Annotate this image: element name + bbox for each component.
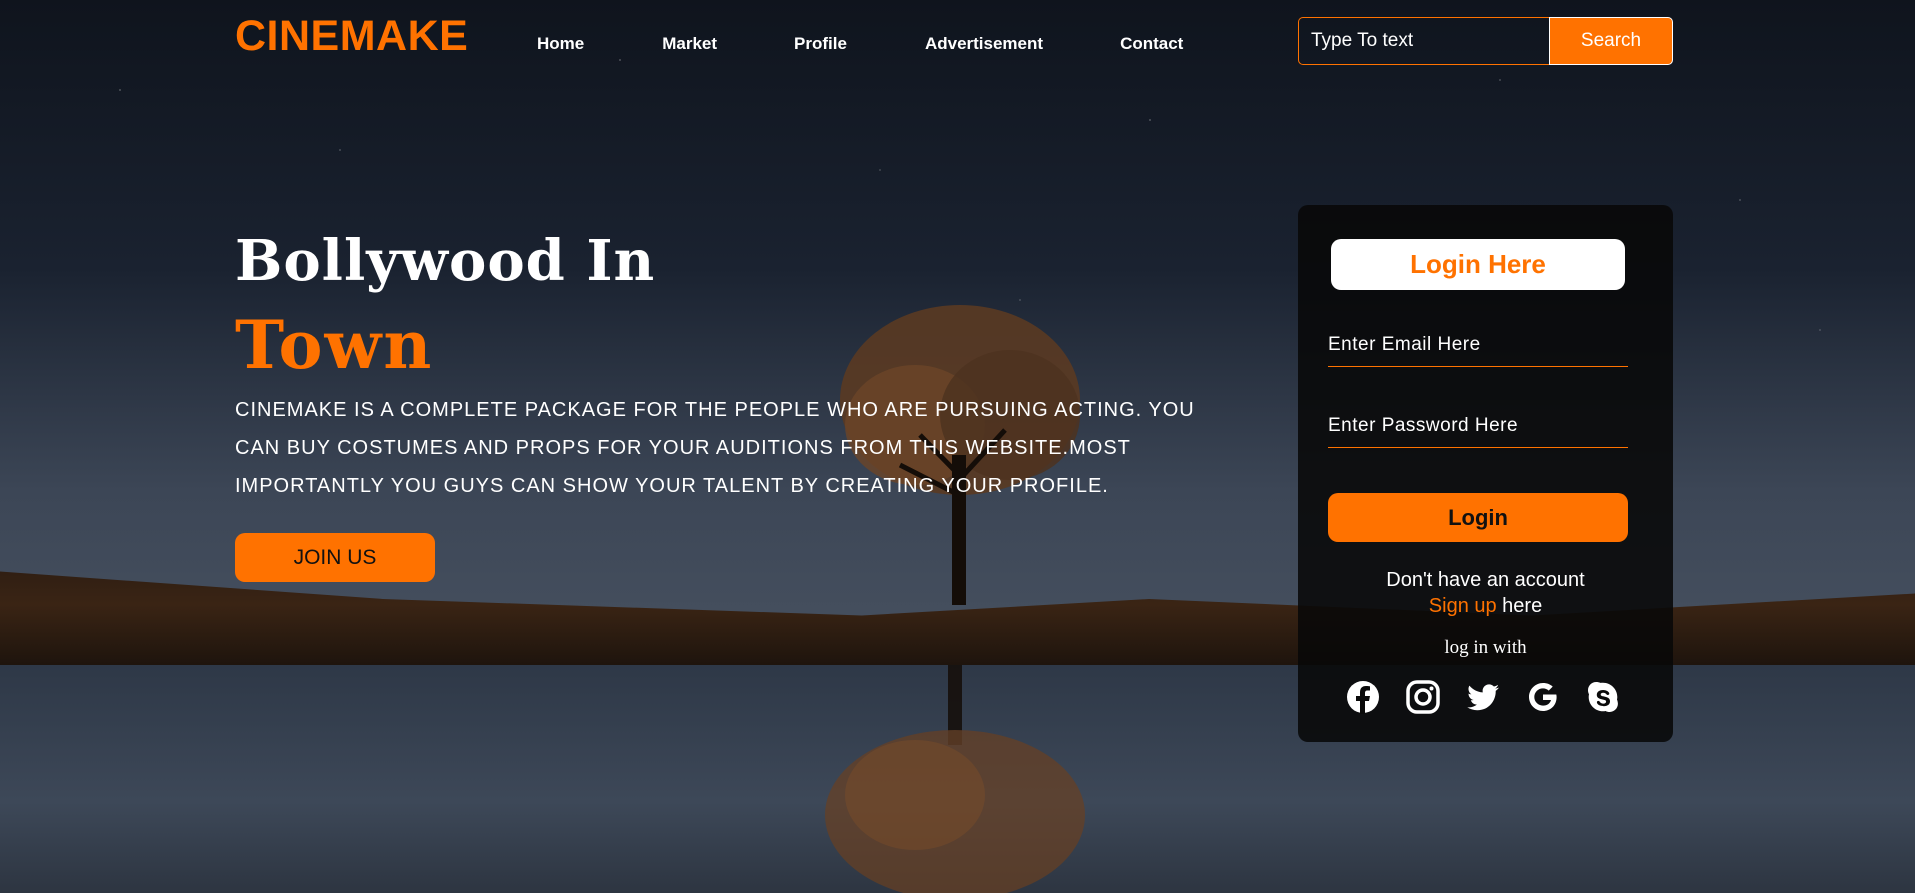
signup-link[interactable]: Sign up — [1429, 595, 1497, 617]
signup-suffix: here — [1496, 595, 1543, 617]
join-us-button[interactable]: JOIN US — [235, 533, 435, 582]
social-login-row — [1346, 680, 1620, 714]
hero-title-line2: Town — [235, 306, 434, 384]
nav-advertisement[interactable]: Advertisement — [925, 34, 1043, 54]
search-input[interactable] — [1298, 17, 1550, 65]
nav-home[interactable]: Home — [537, 34, 584, 54]
twitter-icon[interactable] — [1466, 680, 1500, 714]
login-panel-controls: Login Don't have an account Sign up here… — [1298, 205, 1673, 742]
nav-market[interactable]: Market — [662, 34, 717, 54]
instagram-icon[interactable] — [1406, 680, 1440, 714]
nav-contact[interactable]: Contact — [1120, 34, 1183, 54]
signup-line: Sign up here — [1298, 593, 1673, 619]
hero-title-line1: Bollywood In — [235, 228, 656, 294]
hero-description: CINEMAKE IS A COMPLETE PACKAGE FOR THE P… — [235, 399, 1195, 497]
no-account-text: Don't have an account — [1386, 569, 1585, 591]
site-logo[interactable]: CINEMAKE — [235, 12, 468, 61]
main-nav: Home Market Profile Advertisement Contac… — [537, 34, 1183, 54]
login-button[interactable]: Login — [1328, 493, 1628, 542]
login-with-label: log in with — [1444, 637, 1527, 658]
skype-icon[interactable] — [1586, 680, 1620, 714]
google-icon[interactable] — [1526, 680, 1560, 714]
facebook-icon[interactable] — [1346, 680, 1380, 714]
signup-prompt: Don't have an account Sign up here — [1298, 567, 1673, 619]
nav-profile[interactable]: Profile — [794, 34, 847, 54]
search-button[interactable]: Search — [1549, 17, 1673, 65]
